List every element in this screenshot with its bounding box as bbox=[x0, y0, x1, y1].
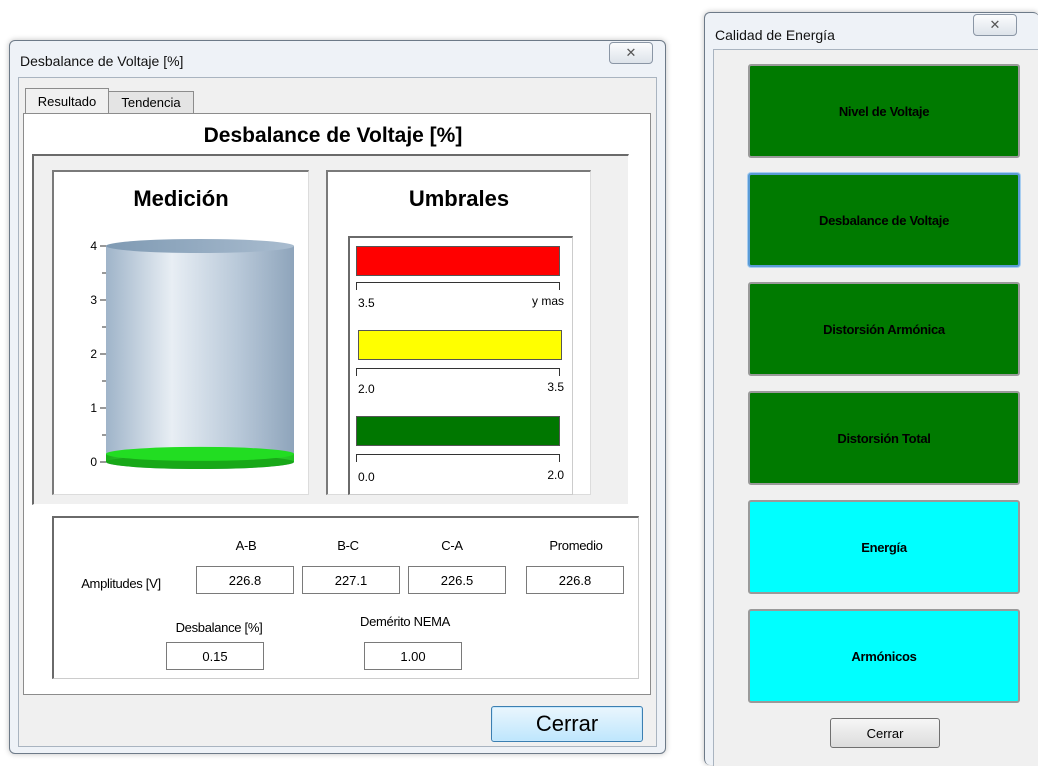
panel-heading: Desbalance de Voltaje [%] bbox=[203, 124, 463, 147]
power-quality-close-icon-button[interactable]: ✕ bbox=[973, 14, 1017, 36]
threshold-tick bbox=[559, 454, 560, 462]
threshold-axis-medium bbox=[356, 368, 560, 369]
tab-tendencia[interactable]: Tendencia bbox=[108, 91, 194, 113]
power-quality-cerrar-label: Cerrar bbox=[866, 725, 904, 741]
threshold-axis-low bbox=[356, 454, 560, 455]
distorsion-total-label: Distorsión Total bbox=[837, 430, 931, 446]
window-title: Desbalance de Voltaje [%] bbox=[20, 53, 184, 69]
column-header-bc: B-C bbox=[337, 538, 359, 553]
power-quality-title: Calidad de Energía bbox=[715, 27, 835, 43]
tab-resultado[interactable]: Resultado bbox=[25, 88, 109, 113]
threshold-high-high-label: y mas bbox=[531, 294, 564, 308]
tab-resultado-label: Resultado bbox=[37, 93, 97, 109]
desbalance-label: Desbalance [%] bbox=[175, 620, 263, 635]
threshold-low-low-label: 0.0 bbox=[358, 470, 375, 484]
close-icon: ✕ bbox=[625, 45, 637, 60]
resultado-tab-panel: Desbalance de Voltaje [%] Medición 43210… bbox=[23, 113, 651, 695]
power-quality-cerrar-button[interactable]: Cerrar bbox=[830, 718, 940, 748]
chart-group: Medición 43210 Umbrales 3.5 y mas 2.0 3.… bbox=[32, 154, 629, 505]
column-header-promedio: Promedio bbox=[549, 538, 603, 553]
column-header-ab: A-B bbox=[235, 538, 257, 553]
power-quality-client: Nivel de Voltaje Desbalance de Voltaje D… bbox=[713, 49, 1038, 766]
desbalance-field[interactable]: 0.15 bbox=[166, 642, 264, 670]
threshold-tick bbox=[356, 454, 357, 462]
threshold-band-high bbox=[356, 246, 560, 276]
threshold-medium-low-label: 2.0 bbox=[358, 382, 375, 396]
axis-tick-label: 4 bbox=[90, 239, 97, 253]
armonicos-button[interactable]: Armónicos bbox=[748, 609, 1020, 703]
thresholds-area: 3.5 y mas 2.0 3.5 0.0 2.0 bbox=[348, 236, 573, 495]
desbalance-voltaje-button[interactable]: Desbalance de Voltaje bbox=[748, 173, 1020, 267]
amplitude-promedio-field[interactable]: 226.8 bbox=[526, 566, 624, 594]
unbalance-window-titlebar[interactable]: Desbalance de Voltaje [%] ✕ bbox=[10, 41, 665, 77]
power-quality-window: Calidad de Energía ✕ Nivel de Voltaje De… bbox=[704, 12, 1038, 766]
cylinder-body bbox=[106, 246, 294, 462]
close-icon: ✕ bbox=[989, 17, 1001, 32]
close-button-label: Cerrar bbox=[535, 711, 599, 736]
tab-tendencia-label: Tendencia bbox=[121, 95, 181, 110]
threshold-high-low-label: 3.5 bbox=[358, 296, 375, 310]
energia-label: Energía bbox=[861, 539, 907, 555]
measurement-panel: Medición 43210 bbox=[52, 170, 309, 495]
axis-tick-label: 3 bbox=[90, 293, 97, 307]
nema-field[interactable]: 1.00 bbox=[364, 642, 462, 670]
nivel-voltaje-button[interactable]: Nivel de Voltaje bbox=[748, 64, 1020, 158]
level-cylinder: 4 3 2 1 0 bbox=[90, 239, 294, 469]
axis-tick-label: 1 bbox=[90, 401, 97, 415]
thresholds-panel: Umbrales 3.5 y mas 2.0 3.5 0.0 2.0 bbox=[326, 170, 591, 495]
unbalance-window-client: Resultado Tendencia Desbalance de Voltaj… bbox=[18, 77, 657, 747]
cylinder-top bbox=[106, 239, 294, 253]
power-quality-titlebar[interactable]: Calidad de Energía ✕ bbox=[705, 13, 1038, 49]
threshold-band-low bbox=[356, 416, 560, 446]
thresholds-title: Umbrales bbox=[408, 186, 510, 211]
unbalance-window: Desbalance de Voltaje [%] ✕ Resultado Te… bbox=[9, 40, 666, 754]
distorsion-total-button[interactable]: Distorsión Total bbox=[748, 391, 1020, 485]
distorsion-armonica-label: Distorsión Armónica bbox=[823, 321, 945, 337]
distorsion-armonica-button[interactable]: Distorsión Armónica bbox=[748, 282, 1020, 376]
column-header-ca: C-A bbox=[441, 538, 463, 553]
measurements-panel: A-B B-C C-A Promedio Amplitudes [V] 226.… bbox=[52, 516, 639, 679]
amplitude-bc-field[interactable]: 227.1 bbox=[302, 566, 400, 594]
nema-label: Demérito NEMA bbox=[359, 614, 450, 629]
amplitude-ab-field[interactable]: 226.8 bbox=[196, 566, 294, 594]
close-button[interactable]: Cerrar bbox=[491, 706, 643, 742]
energia-button[interactable]: Energía bbox=[748, 500, 1020, 594]
nivel-voltaje-label: Nivel de Voltaje bbox=[838, 103, 930, 119]
armonicos-label: Armónicos bbox=[851, 648, 917, 664]
level-fill-surface bbox=[106, 446, 294, 461]
window-close-button[interactable]: ✕ bbox=[609, 42, 653, 64]
desbalance-voltaje-label: Desbalance de Voltaje bbox=[818, 212, 950, 228]
threshold-tick bbox=[559, 282, 560, 290]
threshold-tick bbox=[356, 282, 357, 290]
axis-tick-label: 0 bbox=[90, 455, 97, 469]
threshold-axis-high bbox=[356, 282, 560, 283]
threshold-medium-high-label: 3.5 bbox=[547, 380, 564, 394]
amplitudes-label: Amplitudes [V] bbox=[81, 576, 161, 591]
threshold-tick bbox=[559, 368, 560, 376]
threshold-band-medium bbox=[358, 330, 562, 360]
axis-tick-label: 2 bbox=[90, 347, 97, 361]
threshold-tick bbox=[356, 368, 357, 376]
threshold-low-high-label: 2.0 bbox=[547, 468, 564, 482]
amplitude-ca-field[interactable]: 226.5 bbox=[408, 566, 506, 594]
